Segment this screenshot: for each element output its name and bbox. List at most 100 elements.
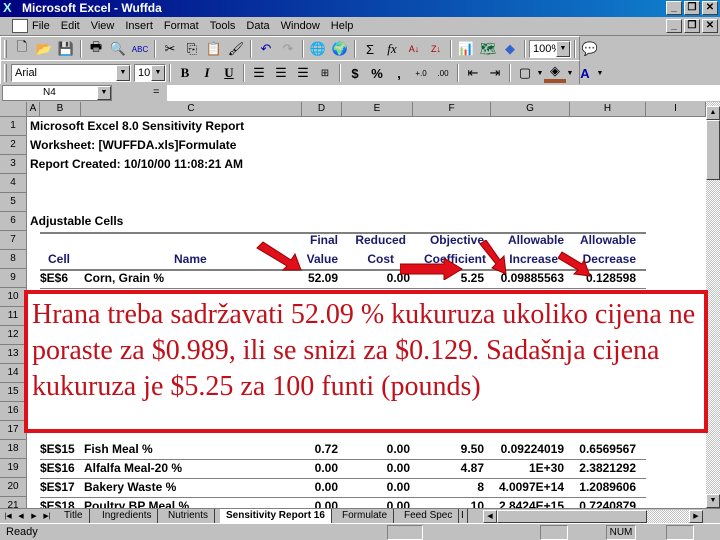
redo-icon[interactable]: ↷ [277,39,299,59]
percent-button[interactable]: % [366,63,388,83]
fill-color-icon[interactable]: ◈ [544,63,566,83]
section-title[interactable]: Adjustable Cells [30,212,123,231]
drawing-icon[interactable]: ◆ [499,39,521,59]
table-cell-reduced[interactable]: 0.00 [340,440,410,459]
menu-file[interactable]: File [32,20,50,32]
column-header-e[interactable]: E [342,102,413,117]
font-name-combo[interactable]: Arial ▼ [11,64,131,82]
row-header[interactable]: 20 [0,478,27,497]
first-sheet-icon[interactable]: |◀ [2,510,14,523]
row-header[interactable]: 2 [0,136,27,155]
vertical-scrollbar[interactable]: ▲ ▼ [706,102,720,508]
font-size-combo[interactable]: 10 ▼ [134,64,166,82]
comma-button[interactable]: , [388,63,410,83]
print-preview-icon[interactable]: 🔍 [107,39,129,59]
column-header-g[interactable]: G [491,102,570,117]
table-cell-final[interactable]: 0.00 [290,478,338,497]
align-left-icon[interactable]: ☰ [248,63,270,83]
format-painter-icon[interactable]: 🖌 [225,39,247,59]
row-header[interactable]: 15 [0,383,27,402]
report-worksheet[interactable]: Worksheet: [WUFFDA.xls]Formulate [30,136,236,155]
row-header[interactable]: 9 [0,269,27,288]
open-icon[interactable]: 📂 [33,39,55,59]
last-sheet-icon[interactable]: ▶| [41,510,53,523]
table-cell-objective[interactable]: 4.87 [410,459,484,478]
select-all-button[interactable] [0,102,27,117]
column-header-b[interactable]: B [40,102,81,117]
paste-function-icon[interactable]: fx [381,39,403,59]
font-size-dropdown-icon[interactable]: ▼ [151,65,165,81]
column-header-c[interactable]: C [81,102,302,117]
row-header[interactable]: 14 [0,364,27,383]
scroll-left-icon[interactable]: ◀ [483,510,497,523]
menu-help[interactable]: Help [331,20,354,32]
name-box-dropdown-icon[interactable]: ▼ [97,86,111,100]
row-header[interactable]: 11 [0,307,27,326]
table-cell-decrease[interactable]: 0.6569567 [566,440,636,459]
copy-icon[interactable]: ⎘ [181,39,203,59]
name-box[interactable]: N4 ▼ [2,85,112,101]
table-cell-reduced[interactable]: 0.00 [340,459,410,478]
bold-button[interactable]: B [174,63,196,83]
print-icon[interactable]: 🖶 [85,39,107,59]
table-cell-final[interactable]: 0.00 [290,497,338,508]
doc-restore-button[interactable]: ❐ [684,19,700,33]
row-header[interactable]: 3 [0,155,27,174]
table-cell-decrease[interactable]: 2.3821292 [566,459,636,478]
web-toolbar-icon[interactable]: 🌍 [329,39,351,59]
table-cell-cell[interactable]: $E$16 [40,459,84,478]
table-cell-final[interactable]: 0.00 [290,459,338,478]
table-cell-objective[interactable]: 9.50 [410,440,484,459]
new-icon[interactable]: 🗋 [11,39,33,59]
save-icon[interactable]: 💾 [55,39,77,59]
paste-icon[interactable]: 📋 [203,39,225,59]
table-cell-decrease[interactable]: 1.2089606 [566,478,636,497]
column-header-f[interactable]: F [413,102,491,117]
sheet-tab-title[interactable]: Title [58,509,90,523]
scroll-right-icon[interactable]: ▶ [689,510,703,523]
table-cell-increase[interactable]: 0.09224019 [486,440,564,459]
table-cell-increase[interactable]: 1E+30 [486,459,564,478]
table-cell-cell[interactable]: $E$18 [40,497,84,508]
font-dropdown-icon[interactable]: ▼ [116,65,130,81]
table-cell-name[interactable]: Corn, Grain % [84,269,244,288]
table-cell-name[interactable]: Alfalfa Meal-20 % [84,459,244,478]
zoom-dropdown-icon[interactable]: ▼ [556,41,570,57]
column-header-h[interactable]: H [570,102,646,117]
vertical-scroll-thumb[interactable] [706,120,720,180]
report-created[interactable]: Report Created: 10/10/00 11:08:21 AM [30,155,243,174]
column-header-i[interactable]: I [646,102,706,117]
close-button[interactable]: ✕ [702,1,718,15]
font-color-dropdown-icon[interactable]: ▼ [596,63,604,83]
toolbar-grip[interactable] [4,64,7,82]
fill-color-dropdown-icon[interactable]: ▼ [566,63,574,83]
scroll-up-icon[interactable]: ▲ [706,106,720,120]
table-cell-cell[interactable]: $E$6 [40,269,84,288]
table-cell-reduced[interactable]: 0.00 [340,478,410,497]
scroll-down-icon[interactable]: ▼ [706,494,720,508]
spelling-icon[interactable]: ABC [129,39,151,59]
equals-button[interactable]: = [153,86,159,98]
hyperlink-icon[interactable]: 🌐 [307,39,329,59]
table-cell-objective[interactable]: 10 [410,497,484,508]
sheet-tab-formulate[interactable]: Formulate [336,509,395,523]
table-cell-name[interactable]: Bakery Waste % [84,478,244,497]
row-header[interactable]: 1 [0,117,27,136]
font-color-icon[interactable]: A [574,63,596,83]
sheet-tab-feed-spec[interactable]: Feed Spec [398,509,460,523]
map-icon[interactable]: 🗺 [477,39,499,59]
borders-icon[interactable]: ▢ [514,63,536,83]
row-header[interactable]: 4 [0,174,27,193]
autosum-icon[interactable]: Σ [359,39,381,59]
row-header[interactable]: 21 [0,497,27,508]
align-center-icon[interactable]: ☰ [270,63,292,83]
menu-data[interactable]: Data [246,20,269,32]
formula-input[interactable] [167,85,720,101]
row-header[interactable]: 16 [0,402,27,421]
row-header[interactable]: 17 [0,421,27,440]
table-cell-final[interactable]: 0.72 [290,440,338,459]
chart-wizard-icon[interactable]: 📊 [455,39,477,59]
table-cell-name[interactable]: Poultry BP Meal % [84,497,244,508]
sort-ascending-icon[interactable]: A↓ [403,39,425,59]
menu-format[interactable]: Format [164,20,199,32]
